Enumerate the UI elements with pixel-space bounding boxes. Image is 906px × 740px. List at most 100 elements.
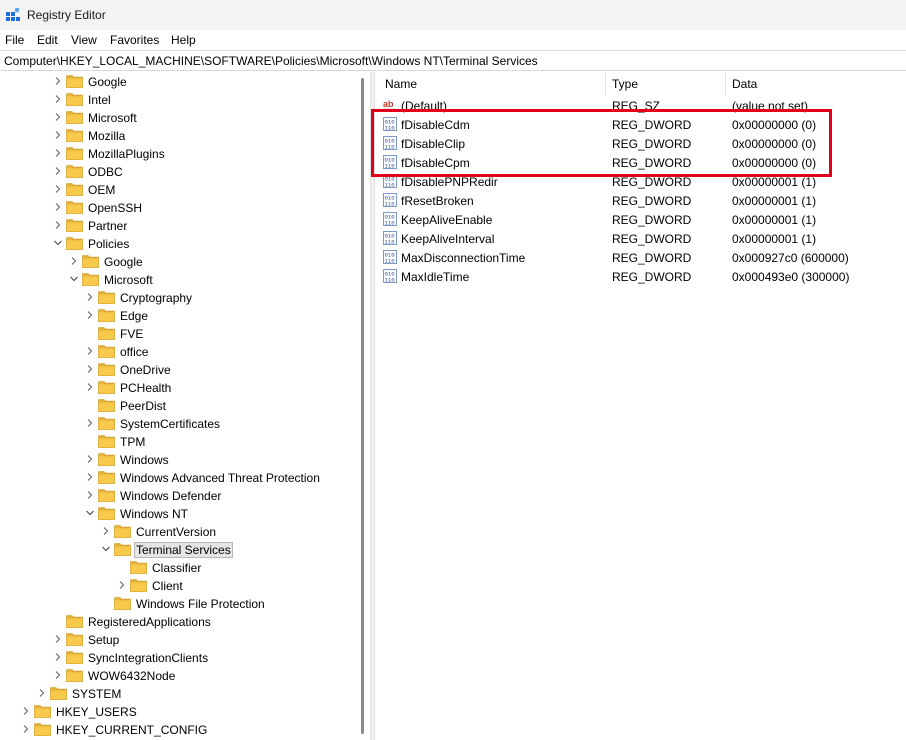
tree-item-label[interactable]: Google: [86, 75, 129, 89]
chevron-right-icon[interactable]: [54, 185, 62, 193]
tree-item-label[interactable]: HKEY_USERS: [54, 705, 139, 719]
chevron-down-icon[interactable]: [54, 239, 62, 247]
tree-item[interactable]: OEM: [0, 181, 356, 199]
tree-item-label[interactable]: Google: [102, 255, 145, 269]
chevron-right-icon[interactable]: [86, 491, 94, 499]
tree-item[interactable]: Windows: [0, 451, 356, 469]
menu-file[interactable]: File: [5, 33, 24, 47]
chevron-right-icon[interactable]: [54, 167, 62, 175]
tree-item-label[interactable]: Windows File Protection: [134, 597, 267, 611]
menu-edit[interactable]: Edit: [37, 33, 58, 47]
tree-item-label[interactable]: Microsoft: [86, 111, 139, 125]
tree-item[interactable]: OneDrive: [0, 361, 356, 379]
tree-item-label[interactable]: Terminal Services: [134, 542, 233, 558]
tree-item[interactable]: HKEY_USERS: [0, 703, 356, 721]
chevron-right-icon[interactable]: [118, 581, 126, 589]
chevron-right-icon[interactable]: [54, 203, 62, 211]
chevron-right-icon[interactable]: [86, 347, 94, 355]
tree-item[interactable]: Setup: [0, 631, 356, 649]
tree-item[interactable]: Terminal Services: [0, 541, 356, 559]
chevron-down-icon[interactable]: [70, 275, 78, 283]
tree-item[interactable]: Windows Defender: [0, 487, 356, 505]
menu-help[interactable]: Help: [171, 33, 196, 47]
chevron-down-icon[interactable]: [102, 545, 110, 553]
chevron-right-icon[interactable]: [54, 635, 62, 643]
tree-item-label[interactable]: MozillaPlugins: [86, 147, 167, 161]
tree-item[interactable]: Windows Advanced Threat Protection: [0, 469, 356, 487]
tree-item[interactable]: Microsoft: [0, 271, 356, 289]
column-header-type[interactable]: Type: [612, 77, 638, 91]
tree-item[interactable]: Windows NT: [0, 505, 356, 523]
tree-item[interactable]: Google: [0, 73, 356, 91]
tree-item[interactable]: TPM: [0, 433, 356, 451]
chevron-right-icon[interactable]: [54, 131, 62, 139]
chevron-down-icon[interactable]: [86, 509, 94, 517]
tree-item-label[interactable]: Policies: [86, 237, 131, 251]
column-divider[interactable]: [725, 72, 726, 96]
tree-item[interactable]: SYSTEM: [0, 685, 356, 703]
menu-favorites[interactable]: Favorites: [110, 33, 159, 47]
tree-item[interactable]: WOW6432Node: [0, 667, 356, 685]
tree-item-label[interactable]: Windows NT: [118, 507, 190, 521]
chevron-right-icon[interactable]: [54, 671, 62, 679]
chevron-right-icon[interactable]: [86, 311, 94, 319]
key-tree[interactable]: Google Intel Microsoft Mozilla MozillaPlugin…: [0, 72, 370, 740]
tree-item-label[interactable]: ODBC: [86, 165, 125, 179]
tree-item-label[interactable]: OEM: [86, 183, 117, 197]
value-row[interactable]: 010 110 KeepAliveEnable REG_DWORD 0x00000001…: [375, 210, 906, 229]
chevron-right-icon[interactable]: [54, 77, 62, 85]
chevron-right-icon[interactable]: [86, 473, 94, 481]
chevron-right-icon[interactable]: [54, 221, 62, 229]
tree-item-label[interactable]: SystemCertificates: [118, 417, 222, 431]
menu-view[interactable]: View: [71, 33, 97, 47]
chevron-right-icon[interactable]: [86, 365, 94, 373]
chevron-right-icon[interactable]: [54, 653, 62, 661]
chevron-right-icon[interactable]: [86, 419, 94, 427]
tree-item[interactable]: Google: [0, 253, 356, 271]
tree-item[interactable]: Partner: [0, 217, 356, 235]
chevron-right-icon[interactable]: [102, 527, 110, 535]
tree-item[interactable]: RegisteredApplications: [0, 613, 356, 631]
tree-item-label[interactable]: Client: [150, 579, 185, 593]
tree-item-label[interactable]: Windows: [118, 453, 171, 467]
chevron-right-icon[interactable]: [70, 257, 78, 265]
tree-item-label[interactable]: CurrentVersion: [134, 525, 218, 539]
tree-item-label[interactable]: Mozilla: [86, 129, 127, 143]
address-bar[interactable]: Computer\HKEY_LOCAL_MACHINE\SOFTWARE\Pol…: [0, 50, 906, 71]
tree-item[interactable]: SystemCertificates: [0, 415, 356, 433]
tree-item[interactable]: PCHealth: [0, 379, 356, 397]
tree-item[interactable]: Mozilla: [0, 127, 356, 145]
tree-item[interactable]: HKEY_CURRENT_CONFIG: [0, 721, 356, 739]
column-header-data[interactable]: Data: [732, 77, 757, 91]
chevron-right-icon[interactable]: [54, 95, 62, 103]
value-row[interactable]: 010 110 KeepAliveInterval REG_DWORD 0x000000…: [375, 229, 906, 248]
tree-item-label[interactable]: Microsoft: [102, 273, 155, 287]
tree-item-label[interactable]: SYSTEM: [70, 687, 123, 701]
tree-item-label[interactable]: TPM: [118, 435, 147, 449]
value-row[interactable]: 010 110 MaxDisconnectionTime REG_DWORD 0x000…: [375, 248, 906, 267]
chevron-right-icon[interactable]: [54, 113, 62, 121]
chevron-right-icon[interactable]: [86, 455, 94, 463]
tree-item-label[interactable]: OneDrive: [118, 363, 173, 377]
tree-item-label[interactable]: Cryptography: [118, 291, 194, 305]
tree-item[interactable]: Client: [0, 577, 356, 595]
tree-item[interactable]: Windows File Protection: [0, 595, 356, 613]
tree-item-label[interactable]: Partner: [86, 219, 129, 233]
chevron-right-icon[interactable]: [22, 707, 30, 715]
chevron-right-icon[interactable]: [38, 689, 46, 697]
tree-item[interactable]: MozillaPlugins: [0, 145, 356, 163]
address-path[interactable]: Computer\HKEY_LOCAL_MACHINE\SOFTWARE\Pol…: [4, 54, 538, 68]
tree-item-label[interactable]: RegisteredApplications: [86, 615, 213, 629]
tree-item-label[interactable]: office: [118, 345, 150, 359]
tree-item[interactable]: OpenSSH: [0, 199, 356, 217]
tree-item[interactable]: Microsoft: [0, 109, 356, 127]
tree-item-label[interactable]: Intel: [86, 93, 113, 107]
tree-item-label[interactable]: Setup: [86, 633, 121, 647]
tree-item-label[interactable]: WOW6432Node: [86, 669, 177, 683]
tree-item-label[interactable]: Windows Defender: [118, 489, 223, 503]
tree-item[interactable]: Edge: [0, 307, 356, 325]
tree-item-label[interactable]: SyncIntegrationClients: [86, 651, 210, 665]
chevron-right-icon[interactable]: [86, 293, 94, 301]
tree-item-label[interactable]: OpenSSH: [86, 201, 144, 215]
tree-item[interactable]: office: [0, 343, 356, 361]
